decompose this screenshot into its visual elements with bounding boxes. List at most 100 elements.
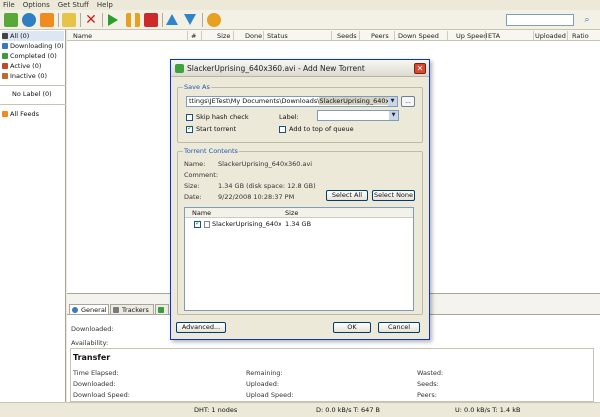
dialog-title: SlackerUprising_640x360.avi - Add New To… [187, 64, 365, 73]
name-label: Name: [184, 160, 206, 168]
checkbox-box[interactable] [186, 124, 193, 133]
column-divider [187, 31, 188, 40]
column-peers[interactable]: Peers [371, 32, 389, 40]
start-icon[interactable] [108, 14, 118, 26]
dialog-titlebar[interactable]: SlackerUprising_640x360.avi - Add New To… [171, 60, 429, 77]
save-path-combo[interactable]: ttings\JETest\My Documents\Downloads\Sla… [186, 96, 398, 107]
search-input[interactable] [506, 14, 574, 26]
add-torrent-icon[interactable] [4, 13, 18, 27]
peers-icon [158, 306, 164, 313]
column-up-speed[interactable]: Up Speed [456, 32, 487, 40]
toolbar-separator [80, 13, 81, 27]
sidebar-item-active[interactable]: Active (0) [2, 61, 41, 71]
advanced-button[interactable]: Advanced... [176, 322, 226, 333]
sidebar-item-label: No Label (0) [12, 90, 52, 98]
wasted-label: Wasted: [417, 369, 444, 377]
preferences-icon[interactable] [207, 13, 221, 27]
column-divider [533, 31, 534, 40]
trackers-icon [113, 306, 119, 313]
column-uploaded[interactable]: Uploaded [535, 32, 566, 40]
pause-icon[interactable] [126, 13, 140, 27]
select-none-button[interactable]: Select None [372, 190, 415, 201]
transfer-title: Transfer [73, 353, 111, 362]
column-divider [201, 31, 202, 40]
menu-help[interactable]: Help [97, 1, 113, 9]
start-torrent-checkbox[interactable]: Start torrent [186, 124, 236, 133]
sidebar-item-label: Downloading (0) [10, 42, 64, 50]
transfer-downloaded-label: Downloaded: [73, 380, 116, 388]
sidebar: All (0) Downloading (0) Completed (0) Ac… [0, 30, 66, 402]
stop-icon[interactable] [144, 13, 158, 27]
column-divider [233, 31, 234, 40]
sidebar-item-all[interactable]: All (0) [2, 31, 64, 41]
file-row[interactable]: SlackerUprising_640x... 1.34 GB [194, 219, 311, 228]
label-combo[interactable]: ▼ [317, 110, 399, 121]
size-value: 1.34 GB (disk space: 12.8 GB) [218, 182, 316, 190]
chevron-down-icon[interactable]: ▼ [389, 111, 398, 120]
move-down-icon[interactable] [184, 14, 196, 25]
toolbar-separator [58, 13, 59, 27]
search-icon[interactable]: ⌕ [577, 13, 597, 27]
sidebar-item-no-label[interactable]: No Label (0) [12, 89, 52, 99]
column-status[interactable]: Status [267, 32, 288, 40]
sidebar-item-label: Inactive (0) [10, 72, 48, 80]
cancel-button[interactable]: Cancel [378, 322, 420, 333]
tab-peers[interactable] [155, 304, 169, 314]
checkbox-box[interactable] [186, 113, 193, 121]
torrent-list-header: Name # Size Done Status Seeds Peers Down… [67, 30, 600, 41]
column-done[interactable]: Done [245, 32, 262, 40]
tab-trackers[interactable]: Trackers [110, 304, 154, 314]
ok-button[interactable]: OK [333, 322, 371, 333]
toolbar-separator [202, 13, 203, 27]
add-url-icon[interactable] [22, 13, 36, 27]
sidebar-item-completed[interactable]: Completed (0) [2, 51, 57, 61]
file-checkbox[interactable] [194, 219, 201, 228]
browse-button[interactable]: ... [401, 96, 415, 107]
column-eta[interactable]: ETA [488, 32, 500, 40]
create-torrent-icon[interactable] [62, 13, 76, 27]
select-all-button[interactable]: Select All [326, 190, 368, 201]
name-value: SlackerUprising_640x360.avi [218, 160, 313, 168]
utorrent-icon [175, 64, 184, 73]
column-seeds[interactable]: Seeds [337, 32, 357, 40]
toolbar-separator [162, 13, 163, 27]
checkbox-box[interactable] [279, 125, 286, 133]
chevron-down-icon[interactable]: ▼ [388, 97, 397, 106]
sidebar-item-label: Active (0) [10, 62, 42, 70]
column-down-speed[interactable]: Down Speed [398, 32, 439, 40]
menu-get-stuff[interactable]: Get Stuff [58, 1, 89, 9]
column-name[interactable]: Name [73, 32, 92, 40]
menu-file[interactable]: File [3, 1, 15, 9]
sidebar-item-downloading[interactable]: Downloading (0) [2, 41, 64, 51]
size-label: Size: [184, 182, 200, 190]
sidebar-item-label: All Feeds [10, 110, 40, 118]
inactive-icon [2, 73, 8, 79]
menu-options[interactable]: Options [23, 1, 50, 9]
column-queue[interactable]: # [191, 32, 196, 40]
column-divider [567, 31, 568, 40]
remaining-label: Remaining: [246, 369, 283, 377]
sidebar-item-inactive[interactable]: Inactive (0) [2, 71, 47, 81]
rss-feed-icon [2, 111, 8, 117]
file-column-name[interactable]: Name [192, 209, 211, 217]
save-path-filename: SlackerUprising_640x360.avi [319, 97, 397, 105]
column-size[interactable]: Size [217, 32, 230, 40]
file-icon [204, 220, 210, 228]
sidebar-item-all-feeds[interactable]: All Feeds [2, 109, 39, 119]
add-top-queue-checkbox[interactable]: Add to top of queue [279, 125, 354, 133]
comment-label: Comment: [184, 171, 219, 179]
close-button[interactable]: ✕ [414, 63, 426, 74]
file-column-size[interactable]: Size [285, 209, 298, 217]
download-status: D: 0.0 kB/s T: 647 B [316, 406, 380, 414]
move-up-icon[interactable] [166, 14, 178, 25]
tab-label: Trackers [122, 305, 149, 314]
skip-hash-checkbox[interactable]: Skip hash check [186, 113, 249, 121]
remove-icon[interactable]: ✕ [84, 13, 98, 27]
column-divider [331, 31, 332, 40]
file-list[interactable]: Name Size SlackerUprising_640x... 1.34 G… [184, 207, 414, 311]
column-divider [359, 31, 360, 40]
toolbar-separator [102, 13, 103, 27]
date-label: Date: [184, 193, 202, 201]
column-ratio[interactable]: Ratio [572, 32, 589, 40]
rss-icon[interactable] [40, 13, 54, 27]
